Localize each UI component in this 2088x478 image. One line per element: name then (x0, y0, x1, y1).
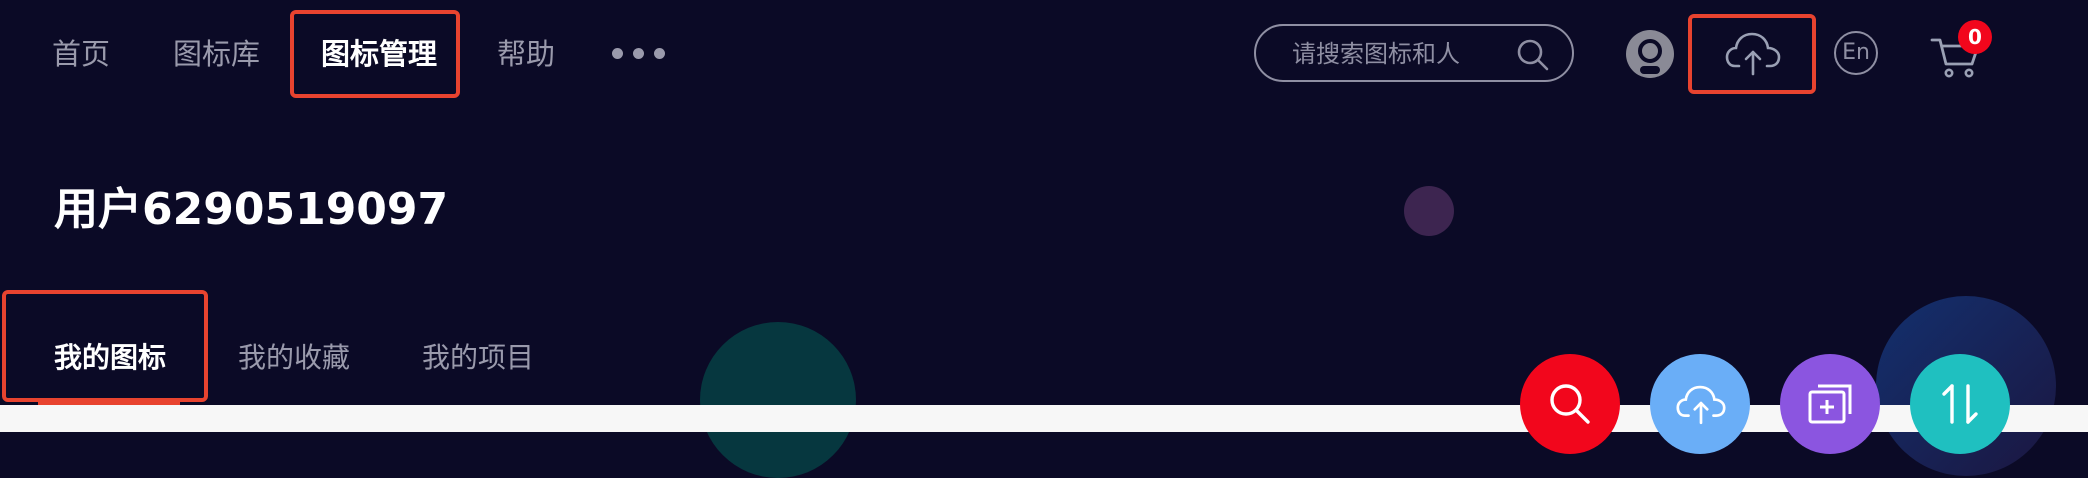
search-box[interactable] (1254, 24, 1574, 82)
nav-item-home[interactable]: 首页 (52, 34, 110, 74)
fab-add-to-project-button[interactable] (1780, 354, 1880, 454)
language-toggle[interactable]: En (1834, 31, 1878, 75)
fab-sort-button[interactable] (1910, 354, 2010, 454)
fab-search-button[interactable] (1520, 354, 1620, 454)
sort-icon (1942, 384, 1978, 424)
cloud-upload-icon[interactable] (1725, 30, 1781, 76)
cart-count-badge: 0 (1958, 20, 1992, 54)
search-input[interactable] (1290, 36, 1514, 72)
nav-item-help[interactable]: 帮助 (497, 34, 555, 74)
tab-my-projects[interactable]: 我的项目 (422, 338, 534, 378)
nav-item-icon-library[interactable]: 图标库 (173, 34, 260, 74)
tab-my-favorites[interactable]: 我的收藏 (238, 338, 350, 378)
decorative-bubble (1404, 186, 1454, 236)
fab-upload-button[interactable] (1650, 354, 1750, 454)
nav-active-highlight (290, 10, 460, 98)
add-to-folder-icon (1808, 384, 1852, 424)
more-dots-icon[interactable] (612, 48, 665, 59)
content-area (0, 405, 2088, 432)
search-icon (1550, 384, 1590, 424)
github-avatar-icon[interactable] (1626, 30, 1674, 78)
decorative-bubble (700, 322, 856, 478)
cloud-upload-icon (1676, 385, 1726, 425)
search-icon[interactable] (1516, 38, 1550, 72)
tab-my-icons[interactable]: 我的图标 (54, 338, 166, 378)
profile-username: 用户6290519097 (54, 184, 449, 235)
